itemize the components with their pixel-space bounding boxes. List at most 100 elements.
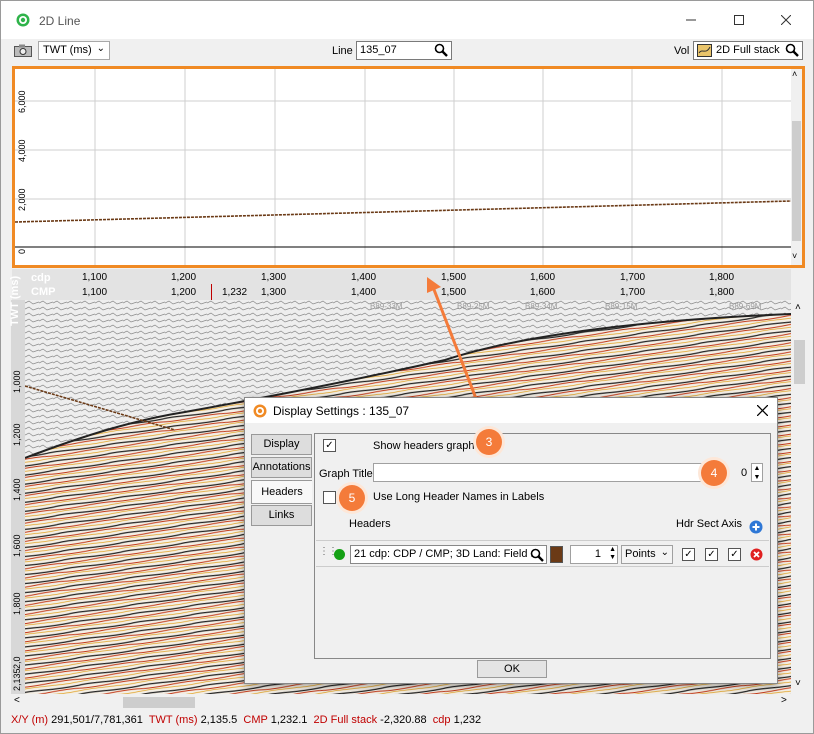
callout-badge: 4: [701, 460, 727, 486]
cmp-axis-label: CMP: [31, 286, 56, 298]
hscroll-thumb[interactable]: [123, 697, 195, 708]
display-settings-dialog: Display Settings : 135_07 Display Annota…: [244, 397, 778, 684]
well-label: B89-15M: [605, 302, 638, 311]
cmp-tick: 1,600: [530, 287, 556, 298]
status-cdp-value: 1,232: [453, 714, 482, 726]
close-icon: [780, 14, 792, 26]
callout-badge: 3: [476, 429, 502, 455]
maximize-button[interactable]: [724, 9, 754, 31]
status-xy-key: X/Y (m): [11, 714, 49, 726]
header-series-line: [15, 200, 792, 223]
status-bar: X/Y (m) 291,501/7,781,361 TWT (ms) 2,135…: [1, 711, 813, 733]
line-width-stepper[interactable]: 1 ▲ ▼: [570, 545, 618, 564]
chevron-down-icon[interactable]: ˅: [795, 678, 801, 689]
camera-icon[interactable]: [14, 44, 32, 57]
cdp-tick: 1,600: [530, 272, 556, 283]
sect-checkbox[interactable]: ✓: [705, 548, 718, 561]
graph-vertical-scrollbar[interactable]: ˄ ˅: [791, 69, 802, 265]
vol-value: 2D Full stack: [716, 44, 780, 56]
chevron-up-icon[interactable]: ˄: [792, 69, 797, 79]
line-width-value: 1: [594, 548, 601, 560]
show-headers-checkbox[interactable]: ✓: [323, 439, 336, 452]
cdp-tick: 1,400: [351, 272, 377, 283]
twt-tick: 1,600: [12, 534, 22, 557]
cdp-tick: 1,700: [620, 272, 646, 283]
twt-tick: 1,400: [12, 478, 22, 501]
graph-y-tick: 0: [17, 248, 27, 254]
minimize-button[interactable]: [676, 9, 706, 31]
search-icon[interactable]: [785, 43, 799, 57]
chevron-up-icon[interactable]: ˄: [795, 302, 801, 313]
vol-field[interactable]: 2D Full stack: [693, 41, 803, 60]
search-icon[interactable]: [530, 548, 544, 562]
domain-select[interactable]: TWT (ms) ⌄: [38, 41, 110, 60]
header-name-value: 21 cdp: CDP / CMP; 3D Land: Field ...: [354, 548, 540, 560]
plot-style-select[interactable]: Points ⌄: [621, 545, 673, 564]
cdp-tick: 1,100: [82, 272, 108, 283]
cdp-axis-label: cdp: [31, 272, 51, 284]
graph-title-input[interactable]: [373, 463, 703, 482]
long-names-label: Use Long Header Names in Labels: [373, 491, 545, 503]
chevron-right-icon[interactable]: ˃: [781, 695, 787, 706]
close-window-button[interactable]: [771, 9, 801, 31]
status-xy-value: 291,501/7,781,361: [51, 714, 143, 726]
cmp-tick: 1,400: [351, 287, 377, 298]
well-label: B89-34M: [525, 302, 558, 311]
domain-select-value: TWT (ms): [43, 44, 92, 56]
cmp-tick: 1,700: [620, 287, 646, 298]
twt-tick: 1,200: [12, 423, 22, 446]
status-cmp-value: 1,232.1: [270, 714, 308, 726]
graph-y-tick: 6,000: [17, 90, 27, 113]
header-color-swatch[interactable]: [550, 546, 563, 563]
stepper-arrows-icon[interactable]: ▲ ▼: [609, 546, 616, 562]
status-vol-key: 2D Full stack: [313, 714, 378, 726]
remove-header-icon[interactable]: [750, 548, 763, 561]
chevron-down-icon: ⌄: [96, 43, 105, 54]
dialog-title: Display Settings : 135_07: [273, 404, 410, 418]
well-label: B89-33M: [370, 302, 403, 311]
seismic-volume-icon: [697, 44, 712, 57]
graph-title-spinner[interactable]: ▲ ▼: [751, 463, 763, 482]
cmp-tick: 1,100: [82, 287, 108, 298]
twt-axis-label: TWT (ms): [9, 275, 21, 326]
long-names-checkbox[interactable]: [323, 491, 336, 504]
line-value: 135_07: [360, 44, 397, 56]
line-field[interactable]: 135_07: [356, 41, 452, 60]
title-bar: 2D Line: [1, 1, 813, 39]
status-cdp-key: cdp: [432, 714, 451, 726]
headers-graph-plot: [15, 69, 792, 265]
graph-scroll-thumb[interactable]: [792, 121, 801, 241]
chevron-left-icon[interactable]: ˂: [14, 695, 20, 706]
axis-checkbox[interactable]: ✓: [728, 548, 741, 561]
cursor-marker: [211, 284, 212, 300]
trace-axis-band: cdp CMP 1,100 1,200 1,300 1,400 1,500 1,…: [12, 269, 791, 300]
tab-links[interactable]: Links: [251, 505, 312, 526]
status-twt-value: 2,135.5: [200, 714, 238, 726]
graph-title-label: Graph Title: [319, 468, 373, 480]
close-icon[interactable]: [757, 405, 768, 416]
status-cmp-key: CMP: [243, 714, 268, 726]
graph-y-axis: 6,000 4,000 2,000 0: [17, 87, 29, 257]
tab-annotations[interactable]: Annotations: [251, 457, 312, 478]
hdr-checkbox[interactable]: ✓: [682, 548, 695, 561]
hdr-sect-axis-column-header: Hdr Sect Axis: [676, 518, 743, 530]
callout-badge: 5: [339, 485, 365, 511]
dialog-tabs: Display Annotations Headers Links: [251, 434, 313, 658]
toolbar: TWT (ms) ⌄ Line 135_07 Vol 2D Full stack: [1, 39, 813, 63]
status-twt-key: TWT (ms): [148, 714, 198, 726]
twt-tick: 2,135: [12, 668, 22, 691]
chevron-down-icon[interactable]: ˅: [792, 251, 797, 261]
add-header-icon[interactable]: [749, 520, 763, 534]
section-scroll-thumb[interactable]: [794, 340, 805, 384]
section-vertical-scrollbar[interactable]: ˄ ˅: [791, 300, 808, 694]
ok-button[interactable]: OK: [477, 660, 547, 678]
tab-headers[interactable]: Headers: [251, 480, 312, 504]
graph-y-tick: 4,000: [17, 139, 27, 162]
tab-display[interactable]: Display: [251, 434, 312, 455]
headers-graph[interactable]: 6,000 4,000 2,000 0 ˄ ˅: [12, 66, 805, 268]
header-name-field[interactable]: 21 cdp: CDP / CMP; 3D Land: Field ...: [350, 545, 547, 564]
section-horizontal-scrollbar[interactable]: ˂ ˃: [11, 694, 807, 711]
header-enabled-dot[interactable]: [334, 549, 345, 560]
vol-label: Vol: [674, 45, 690, 57]
search-icon[interactable]: [434, 43, 448, 57]
